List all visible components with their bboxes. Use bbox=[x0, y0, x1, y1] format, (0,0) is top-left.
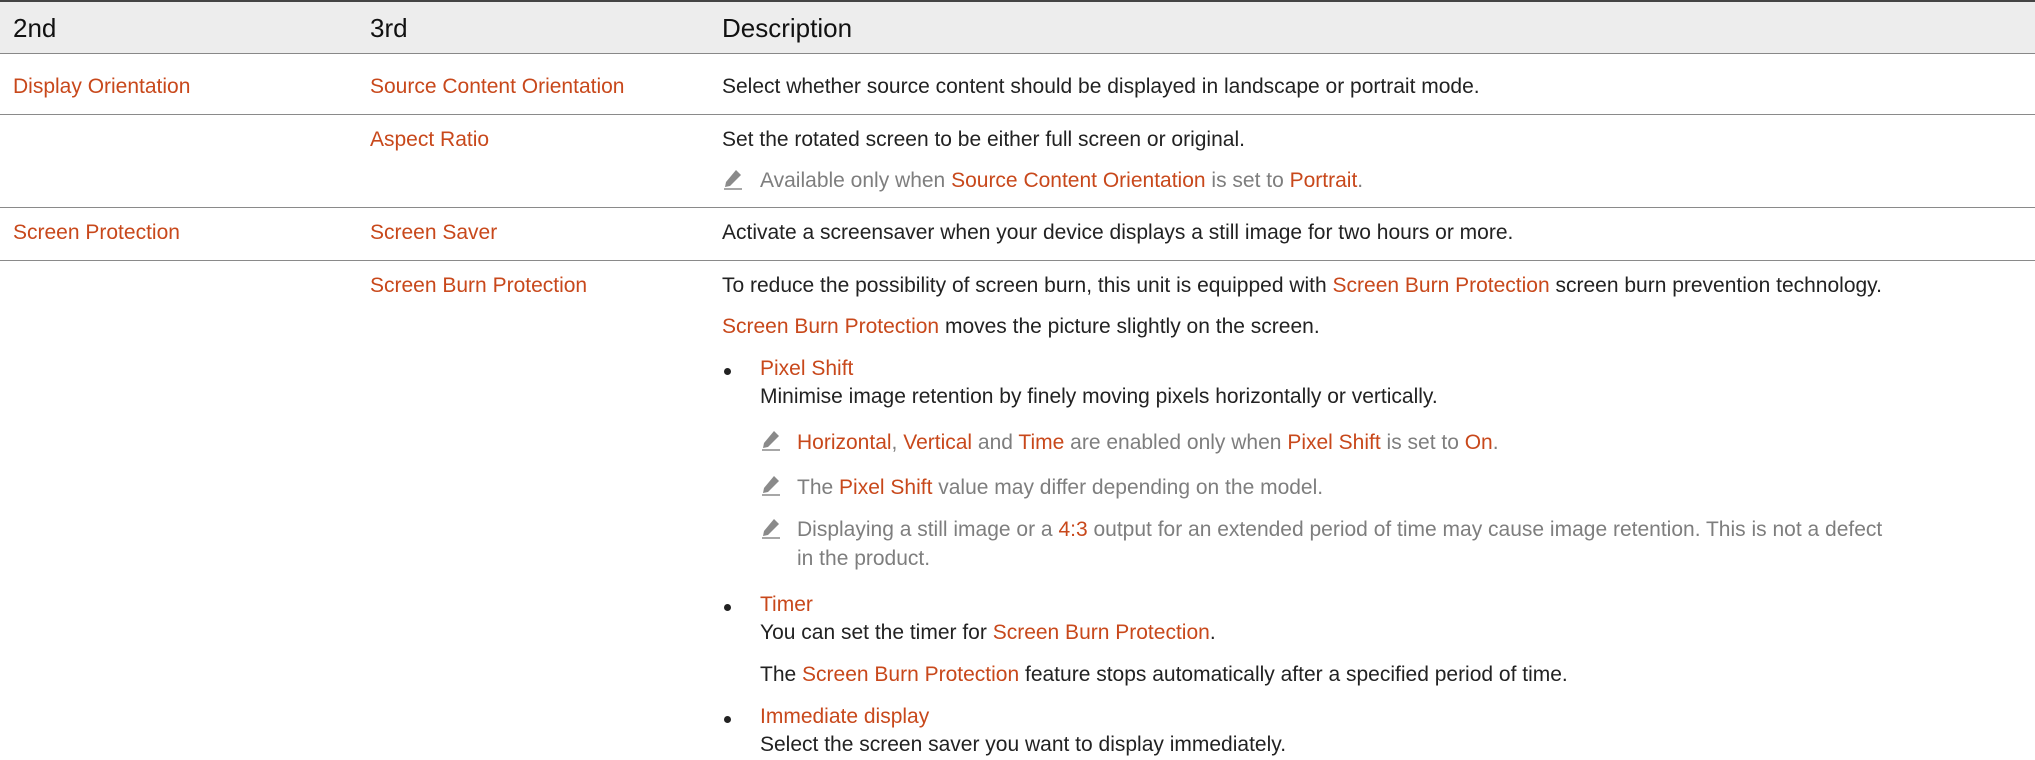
link-pixel-shift[interactable]: Pixel Shift bbox=[760, 355, 853, 383]
link-portrait[interactable]: Portrait bbox=[1290, 169, 1358, 192]
row-divider bbox=[0, 114, 2035, 115]
header-description: Description bbox=[722, 13, 853, 43]
desc-source-content-orientation: Select whether source content should be … bbox=[722, 75, 1480, 98]
desc-immediate-display: Select the screen saver you want to disp… bbox=[760, 733, 1287, 756]
desc-timer-2: The Screen Burn Protection feature stops… bbox=[760, 663, 1568, 686]
link-aspect-ratio[interactable]: Aspect Ratio bbox=[370, 126, 489, 154]
header-3rd: 3rd bbox=[370, 13, 408, 43]
desc-screen-saver: Activate a screensaver when your device … bbox=[722, 221, 1514, 244]
link-screen-burn-protection-ref[interactable]: Screen Burn Protection bbox=[1333, 274, 1550, 297]
link-screen-protection[interactable]: Screen Protection bbox=[13, 219, 180, 247]
link-source-content-orientation-ref[interactable]: Source Content Orientation bbox=[951, 169, 1205, 192]
link-display-orientation[interactable]: Display Orientation bbox=[13, 73, 190, 101]
link-immediate-display[interactable]: Immediate display bbox=[760, 703, 929, 731]
note-pixel-shift-2: The Pixel Shift value may differ dependi… bbox=[797, 476, 1324, 499]
row-divider bbox=[0, 260, 2035, 261]
note-pixel-shift-3-cont: in the product. bbox=[797, 547, 931, 570]
header-2nd: 2nd bbox=[13, 13, 57, 43]
link-screen-burn-protection-ref[interactable]: Screen Burn Protection bbox=[802, 663, 1019, 686]
desc-aspect-ratio: Set the rotated screen to be either full… bbox=[722, 128, 1245, 151]
table-header: 2nd 3rd Description bbox=[0, 0, 2035, 54]
desc-sbp-line2: Screen Burn Protection moves the picture… bbox=[722, 315, 1320, 338]
bullet-icon bbox=[724, 604, 731, 611]
pencil-note-icon bbox=[762, 519, 780, 539]
link-time[interactable]: Time bbox=[1018, 431, 1064, 454]
note-pixel-shift-1: Horizontal, Vertical and Time are enable… bbox=[797, 431, 1499, 454]
desc-sbp-line1: To reduce the possibility of screen burn… bbox=[722, 274, 1882, 297]
link-screen-burn-protection-ref[interactable]: Screen Burn Protection bbox=[993, 621, 1210, 644]
note-aspect-ratio: Available only when Source Content Orien… bbox=[760, 169, 1364, 192]
link-screen-saver[interactable]: Screen Saver bbox=[370, 219, 497, 247]
link-on[interactable]: On bbox=[1465, 431, 1493, 454]
link-pixel-shift-ref[interactable]: Pixel Shift bbox=[839, 476, 932, 499]
link-screen-burn-protection-ref[interactable]: Screen Burn Protection bbox=[722, 315, 939, 338]
link-vertical[interactable]: Vertical bbox=[903, 431, 972, 454]
desc-timer-1: You can set the timer for Screen Burn Pr… bbox=[760, 621, 1216, 644]
desc-pixel-shift: Minimise image retention by finely movin… bbox=[760, 385, 1438, 408]
link-pixel-shift-ref[interactable]: Pixel Shift bbox=[1287, 431, 1380, 454]
link-timer[interactable]: Timer bbox=[760, 591, 813, 619]
bullet-icon bbox=[724, 716, 731, 723]
link-screen-burn-protection[interactable]: Screen Burn Protection bbox=[370, 272, 587, 300]
pencil-note-icon bbox=[724, 170, 742, 190]
note-pixel-shift-3: Displaying a still image or a 4:3 output… bbox=[797, 518, 1883, 541]
link-source-content-orientation[interactable]: Source Content Orientation bbox=[370, 73, 624, 101]
pencil-note-icon bbox=[762, 476, 780, 496]
link-horizontal[interactable]: Horizontal bbox=[797, 431, 892, 454]
link-4-3[interactable]: 4:3 bbox=[1058, 518, 1087, 541]
pencil-note-icon bbox=[762, 431, 780, 451]
bullet-icon bbox=[724, 368, 731, 375]
row-divider bbox=[0, 207, 2035, 208]
